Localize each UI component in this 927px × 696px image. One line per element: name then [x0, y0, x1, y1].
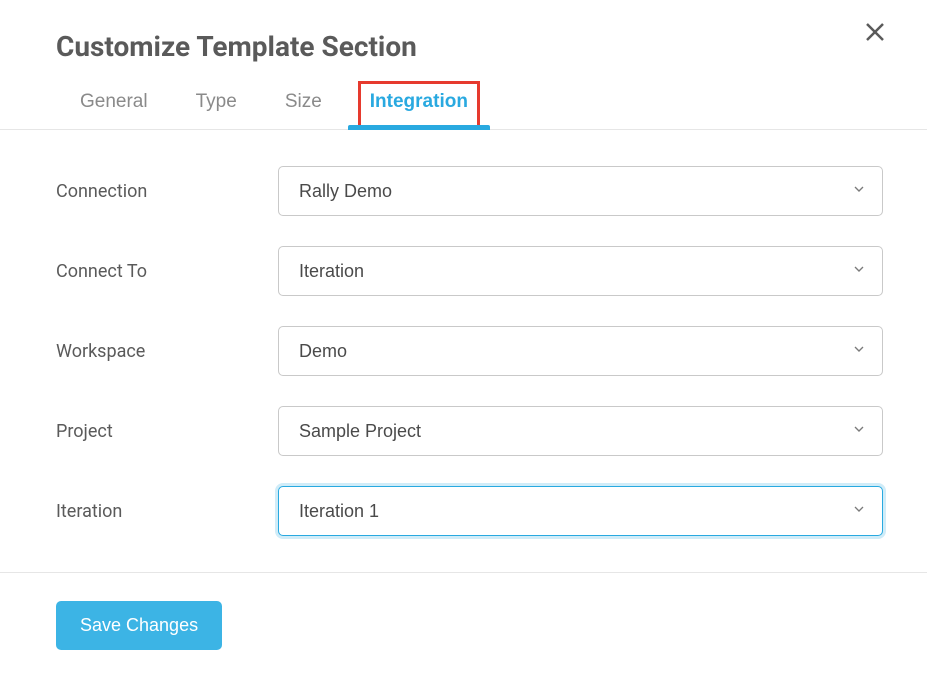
customize-template-modal: Customize Template Section General Type …	[0, 0, 927, 650]
save-changes-button[interactable]: Save Changes	[56, 601, 222, 650]
connection-label: Connection	[56, 181, 278, 202]
tab-general[interactable]: General	[80, 91, 148, 129]
project-value: Sample Project	[299, 421, 421, 442]
workspace-label: Workspace	[56, 341, 278, 362]
tab-bar: General Type Size Integration	[0, 63, 927, 130]
tab-integration[interactable]: Integration	[358, 81, 480, 129]
project-label: Project	[56, 421, 278, 442]
tab-type[interactable]: Type	[196, 91, 237, 129]
iteration-select[interactable]: Iteration 1	[278, 486, 883, 536]
close-icon	[863, 32, 887, 47]
workspace-value: Demo	[299, 341, 347, 362]
connection-select[interactable]: Rally Demo	[278, 166, 883, 216]
connect-to-label: Connect To	[56, 261, 278, 282]
iteration-label: Iteration	[56, 501, 278, 522]
connect-to-select[interactable]: Iteration	[278, 246, 883, 296]
tab-size[interactable]: Size	[285, 91, 322, 129]
integration-form: Connection Rally Demo Connect To Iterati…	[0, 130, 927, 572]
connect-to-value: Iteration	[299, 261, 364, 282]
iteration-value: Iteration 1	[299, 501, 379, 522]
project-select[interactable]: Sample Project	[278, 406, 883, 456]
workspace-select[interactable]: Demo	[278, 326, 883, 376]
close-button[interactable]	[863, 20, 887, 47]
modal-title: Customize Template Section	[56, 30, 417, 63]
connection-value: Rally Demo	[299, 181, 392, 202]
